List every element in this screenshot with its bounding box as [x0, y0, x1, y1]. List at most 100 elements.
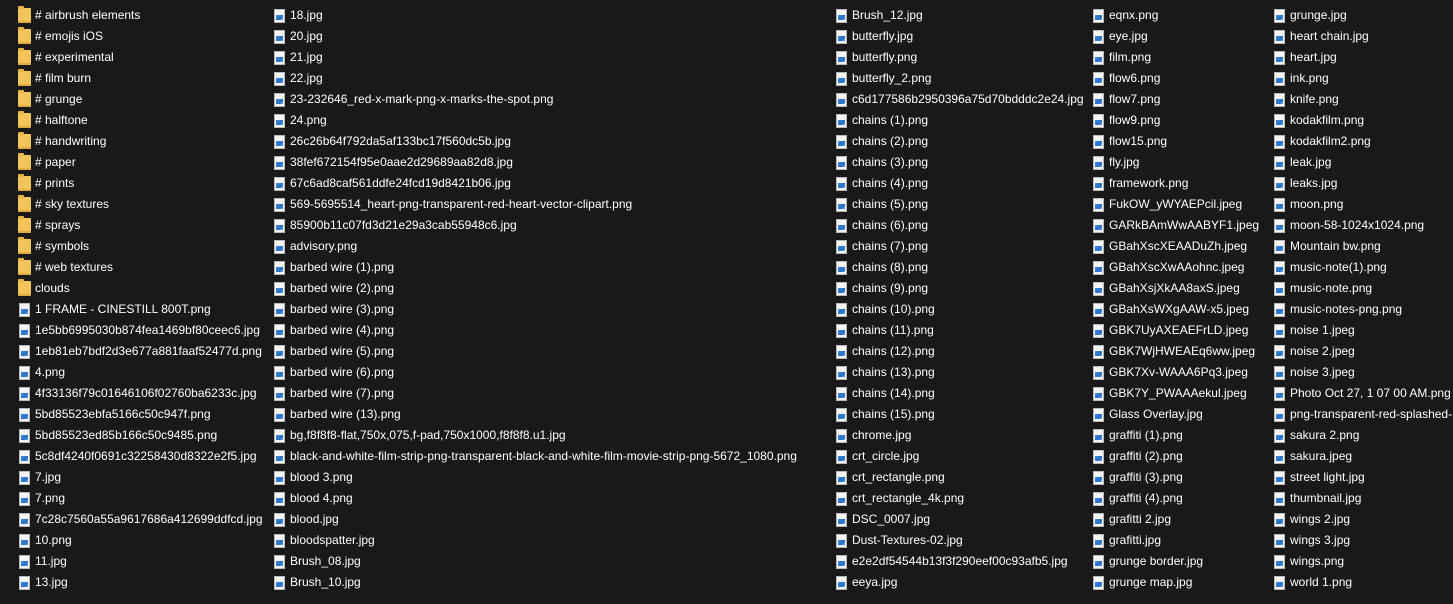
- file-item[interactable]: 5c8df4240f0691c32258430d8322e2f5.jpg: [18, 446, 263, 467]
- file-item[interactable]: 4.png: [18, 362, 263, 383]
- file-item[interactable]: barbed wire (13).png: [273, 404, 797, 425]
- file-item[interactable]: grunge.jpg: [1273, 5, 1452, 26]
- file-item[interactable]: music-note.png: [1273, 278, 1452, 299]
- folder-item[interactable]: clouds: [18, 278, 263, 299]
- file-item[interactable]: GARkBAmWwAABYF1.jpeg: [1092, 215, 1259, 236]
- file-item[interactable]: 5bd85523ebfa5166c50c947f.png: [18, 404, 263, 425]
- folder-item[interactable]: # experimental: [18, 47, 263, 68]
- file-item[interactable]: sakura 2.png: [1273, 425, 1452, 446]
- file-item[interactable]: grafitti 2.jpg: [1092, 509, 1259, 530]
- file-item[interactable]: GBahXscXEAADuZh.jpeg: [1092, 236, 1259, 257]
- file-item[interactable]: png-transparent-red-splashed-: [1273, 404, 1452, 425]
- file-item[interactable]: 1 FRAME - CINESTILL 800T.png: [18, 299, 263, 320]
- file-item[interactable]: chrome.jpg: [835, 425, 1084, 446]
- file-item[interactable]: GBK7WjHWEAEq6ww.jpeg: [1092, 341, 1259, 362]
- file-item[interactable]: barbed wire (1).png: [273, 257, 797, 278]
- file-item[interactable]: 23-232646_red-x-mark-png-x-marks-the-spo…: [273, 89, 797, 110]
- file-item[interactable]: kodakfilm.png: [1273, 110, 1452, 131]
- file-item[interactable]: GBK7UyAXEAEFrLD.jpeg: [1092, 320, 1259, 341]
- file-item[interactable]: chains (9).png: [835, 278, 1084, 299]
- folder-item[interactable]: # halftone: [18, 110, 263, 131]
- file-item[interactable]: wings 2.jpg: [1273, 509, 1452, 530]
- file-item[interactable]: film.png: [1092, 47, 1259, 68]
- file-item[interactable]: black-and-white-film-strip-png-transpare…: [273, 446, 797, 467]
- file-item[interactable]: 5bd85523ed85b166c50c9485.png: [18, 425, 263, 446]
- file-item[interactable]: ink.png: [1273, 68, 1452, 89]
- file-item[interactable]: barbed wire (7).png: [273, 383, 797, 404]
- file-item[interactable]: eqnx.png: [1092, 5, 1259, 26]
- file-item[interactable]: chains (13).png: [835, 362, 1084, 383]
- file-item[interactable]: chains (10).png: [835, 299, 1084, 320]
- file-item[interactable]: wings 3.jpg: [1273, 530, 1452, 551]
- file-item[interactable]: moon-58-1024x1024.png: [1273, 215, 1452, 236]
- file-item[interactable]: chains (15).png: [835, 404, 1084, 425]
- file-item[interactable]: GBK7Y_PWAAAekul.jpeg: [1092, 383, 1259, 404]
- file-item[interactable]: eye.jpg: [1092, 26, 1259, 47]
- folder-item[interactable]: # airbrush elements: [18, 5, 263, 26]
- file-item[interactable]: advisory.png: [273, 236, 797, 257]
- file-item[interactable]: Brush_10.jpg: [273, 572, 797, 593]
- file-item[interactable]: barbed wire (5).png: [273, 341, 797, 362]
- folder-item[interactable]: # handwriting: [18, 131, 263, 152]
- file-item[interactable]: flow7.png: [1092, 89, 1259, 110]
- file-item[interactable]: grunge map.jpg: [1092, 572, 1259, 593]
- file-item[interactable]: butterfly.png: [835, 47, 1084, 68]
- file-item[interactable]: chains (3).png: [835, 152, 1084, 173]
- file-item[interactable]: chains (2).png: [835, 131, 1084, 152]
- file-item[interactable]: 569-5695514_heart-png-transparent-red-he…: [273, 194, 797, 215]
- file-item[interactable]: 20.jpg: [273, 26, 797, 47]
- file-item[interactable]: 10.png: [18, 530, 263, 551]
- file-item[interactable]: music-note(1).png: [1273, 257, 1452, 278]
- file-item[interactable]: crt_circle.jpg: [835, 446, 1084, 467]
- file-item[interactable]: graffiti (2).png: [1092, 446, 1259, 467]
- file-item[interactable]: flow9.png: [1092, 110, 1259, 131]
- file-item[interactable]: grafitti.jpg: [1092, 530, 1259, 551]
- file-item[interactable]: butterfly.jpg: [835, 26, 1084, 47]
- file-item[interactable]: 67c6ad8caf561ddfe24fcd19d8421b06.jpg: [273, 173, 797, 194]
- file-item[interactable]: Glass Overlay.jpg: [1092, 404, 1259, 425]
- file-item[interactable]: chains (11).png: [835, 320, 1084, 341]
- file-item[interactable]: world 1.png: [1273, 572, 1452, 593]
- file-item[interactable]: 18.jpg: [273, 5, 797, 26]
- file-item[interactable]: moon.png: [1273, 194, 1452, 215]
- file-item[interactable]: Mountain bw.png: [1273, 236, 1452, 257]
- file-item[interactable]: music-notes-png.png: [1273, 299, 1452, 320]
- file-item[interactable]: crt_rectangle.png: [835, 467, 1084, 488]
- folder-item[interactable]: # symbols: [18, 236, 263, 257]
- file-item[interactable]: butterfly_2.png: [835, 68, 1084, 89]
- file-item[interactable]: chains (5).png: [835, 194, 1084, 215]
- file-item[interactable]: noise 3.jpeg: [1273, 362, 1452, 383]
- file-item[interactable]: c6d177586b2950396a75d70bdddc2e24.jpg: [835, 89, 1084, 110]
- file-item[interactable]: fly.jpg: [1092, 152, 1259, 173]
- file-item[interactable]: 7c28c7560a55a9617686a412699ddfcd.jpg: [18, 509, 263, 530]
- file-item[interactable]: heart chain.jpg: [1273, 26, 1452, 47]
- file-item[interactable]: graffiti (4).png: [1092, 488, 1259, 509]
- file-item[interactable]: 22.jpg: [273, 68, 797, 89]
- file-item[interactable]: 1e5bb6995030b874fea1469bf80ceec6.jpg: [18, 320, 263, 341]
- file-item[interactable]: Brush_12.jpg: [835, 5, 1084, 26]
- file-item[interactable]: 26c26b64f792da5af133bc17f560dc5b.jpg: [273, 131, 797, 152]
- file-item[interactable]: 85900b11c07fd3d21e29a3cab55948c6.jpg: [273, 215, 797, 236]
- file-item[interactable]: graffiti (1).png: [1092, 425, 1259, 446]
- file-item[interactable]: barbed wire (2).png: [273, 278, 797, 299]
- file-item[interactable]: noise 2.jpeg: [1273, 341, 1452, 362]
- file-item[interactable]: sakura.jpeg: [1273, 446, 1452, 467]
- file-item[interactable]: knife.png: [1273, 89, 1452, 110]
- file-item[interactable]: grunge border.jpg: [1092, 551, 1259, 572]
- file-item[interactable]: bloodspatter.jpg: [273, 530, 797, 551]
- file-item[interactable]: 21.jpg: [273, 47, 797, 68]
- file-item[interactable]: heart.jpg: [1273, 47, 1452, 68]
- file-item[interactable]: 11.jpg: [18, 551, 263, 572]
- file-item[interactable]: chains (7).png: [835, 236, 1084, 257]
- file-item[interactable]: thumbnail.jpg: [1273, 488, 1452, 509]
- file-item[interactable]: barbed wire (6).png: [273, 362, 797, 383]
- file-item[interactable]: framework.png: [1092, 173, 1259, 194]
- file-item[interactable]: GBahXscXwAAohnc.jpeg: [1092, 257, 1259, 278]
- file-item[interactable]: chains (6).png: [835, 215, 1084, 236]
- file-item[interactable]: bg,f8f8f8-flat,750x,075,f-pad,750x1000,f…: [273, 425, 797, 446]
- file-item[interactable]: crt_rectangle_4k.png: [835, 488, 1084, 509]
- file-item[interactable]: Photo Oct 27, 1 07 00 AM.png: [1273, 383, 1452, 404]
- file-item[interactable]: 7.jpg: [18, 467, 263, 488]
- file-item[interactable]: GBahXsWXgAAW-x5.jpeg: [1092, 299, 1259, 320]
- file-item[interactable]: street light.jpg: [1273, 467, 1452, 488]
